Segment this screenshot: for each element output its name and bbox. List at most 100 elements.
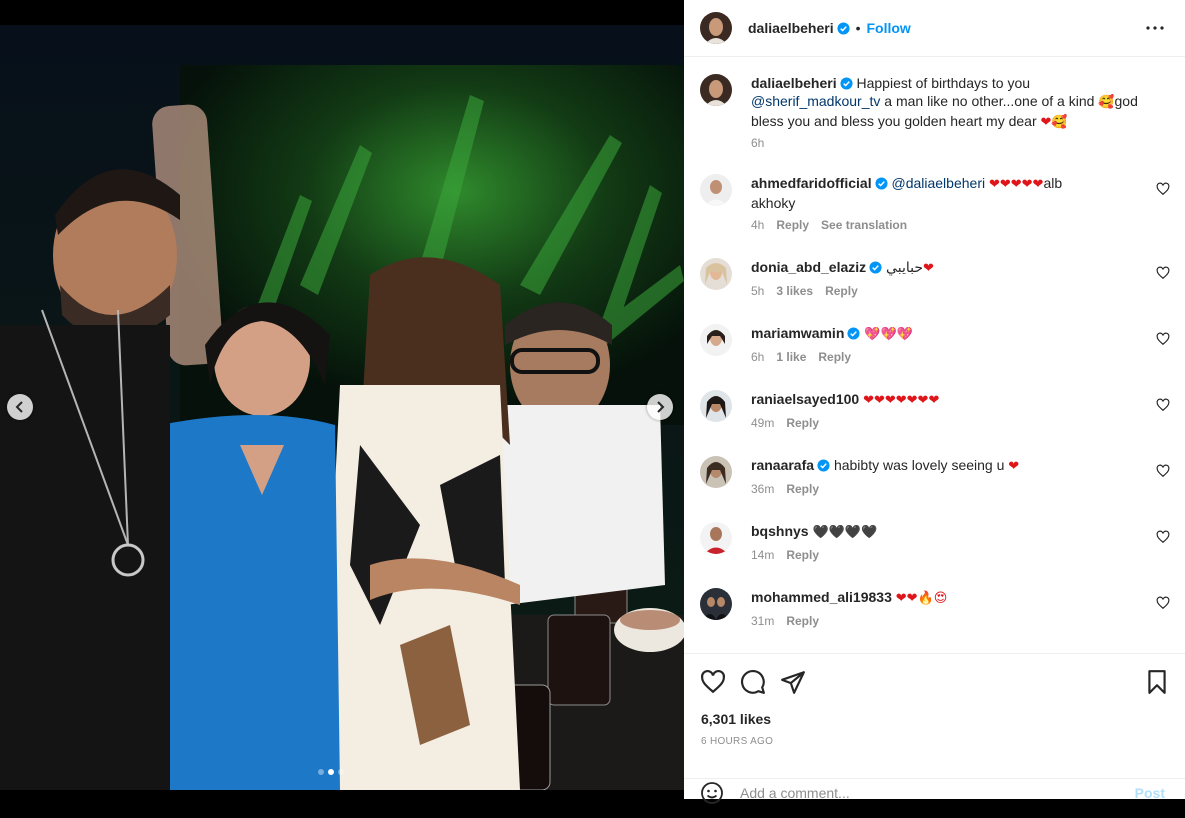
like-comment-button[interactable] (1156, 266, 1170, 280)
like-button[interactable] (700, 669, 726, 695)
comment-timestamp[interactable]: 49m (751, 416, 774, 430)
group-photo (0, 25, 684, 790)
caption-mention-link[interactable]: @sherif_madkour_tv (751, 93, 880, 109)
caption-line-2: a man like no other...one of a kind (884, 93, 1095, 109)
commenter-username[interactable]: ranaarafa (751, 457, 814, 473)
post-actions: 6,301 likes 6 HOURS AGO Post (684, 653, 1185, 804)
comments-list: daliaelbeheri Happiest of birthdays to y… (684, 58, 1185, 652)
reply-button[interactable]: Reply (825, 284, 858, 298)
more-options-button[interactable] (1145, 18, 1165, 38)
smiley-face-icon (701, 782, 723, 804)
comment-emojis: ❤❤❤❤❤❤❤ (863, 393, 940, 408)
comment-meta: 5h 3 likes Reply (751, 284, 858, 298)
commenter-avatar[interactable] (700, 588, 732, 620)
verified-badge-icon (869, 261, 882, 274)
comment-meta: 31m Reply (751, 614, 819, 628)
caption-avatar[interactable] (700, 74, 732, 106)
caption-username[interactable]: daliaelbeheri (751, 75, 837, 91)
heart-outline-icon (1156, 266, 1170, 280)
comment-timestamp[interactable]: 5h (751, 284, 764, 298)
reply-button[interactable]: Reply (776, 218, 809, 232)
next-slide-button[interactable] (647, 394, 673, 420)
like-comment-button[interactable] (1156, 530, 1170, 544)
follow-button[interactable]: Follow (867, 20, 911, 36)
comment-emojis: 💖💖💖 (864, 327, 913, 342)
carousel-dot (338, 769, 344, 775)
see-translation-button[interactable]: See translation (821, 218, 907, 232)
separator-dot: • (855, 20, 861, 36)
reply-button[interactable]: Reply (786, 482, 819, 496)
comment-like-count[interactable]: 3 likes (776, 284, 813, 298)
commenter-avatar[interactable] (700, 522, 732, 554)
like-comment-button[interactable] (1156, 182, 1170, 196)
paper-plane-icon (781, 671, 805, 694)
reply-button[interactable]: Reply (786, 614, 819, 628)
comment-button[interactable] (740, 669, 766, 695)
comment-timestamp[interactable]: 4h (751, 218, 764, 232)
comment-text: mohammed_ali19833 ❤❤🔥😍 (751, 588, 1141, 608)
commenter-username[interactable]: donia_abd_elaziz (751, 259, 866, 275)
comment-timestamp[interactable]: 36m (751, 482, 774, 496)
reply-button[interactable]: Reply (786, 416, 819, 430)
post-photo (0, 25, 684, 790)
comment-text: raniaelsayed100 ❤❤❤❤❤❤❤ (751, 390, 1141, 410)
comment-meta: 49m Reply (751, 416, 819, 430)
comment-like-count[interactable]: 1 like (776, 350, 806, 364)
heart-outline-icon (701, 669, 725, 694)
smiling-hearts-emoji: 🥰 (1051, 115, 1068, 130)
comment-bubble-icon (741, 670, 765, 694)
post-modal: daliaelbeheri • Follow daliaelbeheri Hap… (0, 0, 1185, 804)
heart-outline-icon (1156, 182, 1170, 196)
author-avatar[interactable] (700, 12, 732, 44)
commenter-username[interactable]: mohammed_ali19833 (751, 589, 892, 605)
verified-badge-icon (837, 21, 850, 35)
comment-timestamp[interactable]: 14m (751, 548, 774, 562)
commenter-avatar[interactable] (700, 390, 732, 422)
reply-button[interactable]: Reply (786, 548, 819, 562)
post-header: daliaelbeheri • Follow (684, 0, 1185, 57)
caption-line-4: bless you and bless you golden heart my … (751, 113, 1037, 129)
save-button[interactable] (1144, 669, 1170, 695)
comment-timestamp[interactable]: 6h (751, 350, 764, 364)
commenter-avatar[interactable] (700, 258, 732, 290)
like-comment-button[interactable] (1156, 596, 1170, 610)
heart-outline-icon (1156, 596, 1170, 610)
chevron-left-icon (15, 401, 23, 413)
previous-slide-button[interactable] (7, 394, 33, 420)
caption-text: daliaelbeheri Happiest of birthdays to y… (751, 74, 1141, 132)
commenter-username[interactable]: mariamwamin (751, 325, 844, 341)
caption-timestamp[interactable]: 6h (751, 136, 764, 150)
like-comment-button[interactable] (1156, 332, 1170, 346)
comment-meta: 36m Reply (751, 482, 819, 496)
comment-emojis: 🖤🖤🖤🖤 (812, 525, 878, 540)
bookmark-icon (1148, 670, 1166, 694)
author-username[interactable]: daliaelbeheri (748, 20, 834, 36)
comment-text: ranaarafa habibty was lovely seeing u ❤ (751, 456, 1141, 476)
commenter-username[interactable]: ahmedfaridofficial (751, 175, 872, 191)
verified-badge-icon (840, 77, 853, 90)
commenter-avatar[interactable] (700, 174, 732, 206)
comment-emojis: ❤❤🔥😍 (895, 591, 948, 606)
share-button[interactable] (780, 669, 806, 695)
comment-body: alb (1043, 175, 1063, 191)
verified-badge-icon (847, 327, 860, 340)
comment-mention-link[interactable]: @daliaelbeheri (891, 175, 985, 191)
like-comment-button[interactable] (1156, 398, 1170, 412)
commenter-username[interactable]: bqshnys (751, 523, 809, 539)
comment-emojis: ❤❤❤❤❤ (988, 177, 1044, 192)
comment-emojis: ❤ (1008, 459, 1020, 474)
comment-text: donia_abd_elaziz حبايبي❤ (751, 258, 1141, 278)
comment-timestamp[interactable]: 31m (751, 614, 774, 628)
post-sidebar: daliaelbeheri • Follow daliaelbeheri Hap… (684, 0, 1185, 804)
commenter-avatar[interactable] (700, 456, 732, 488)
caption-line-3: god (1114, 93, 1138, 109)
commenter-username[interactable]: raniaelsayed100 (751, 391, 859, 407)
emoji-picker-button[interactable] (700, 781, 724, 805)
carousel-dot-active (328, 769, 334, 775)
post-timestamp[interactable]: 6 HOURS AGO (701, 736, 773, 747)
like-comment-button[interactable] (1156, 464, 1170, 478)
comment-input[interactable] (740, 783, 1120, 803)
reply-button[interactable]: Reply (818, 350, 851, 364)
commenter-avatar[interactable] (700, 324, 732, 356)
likes-count[interactable]: 6,301 likes (701, 711, 771, 727)
